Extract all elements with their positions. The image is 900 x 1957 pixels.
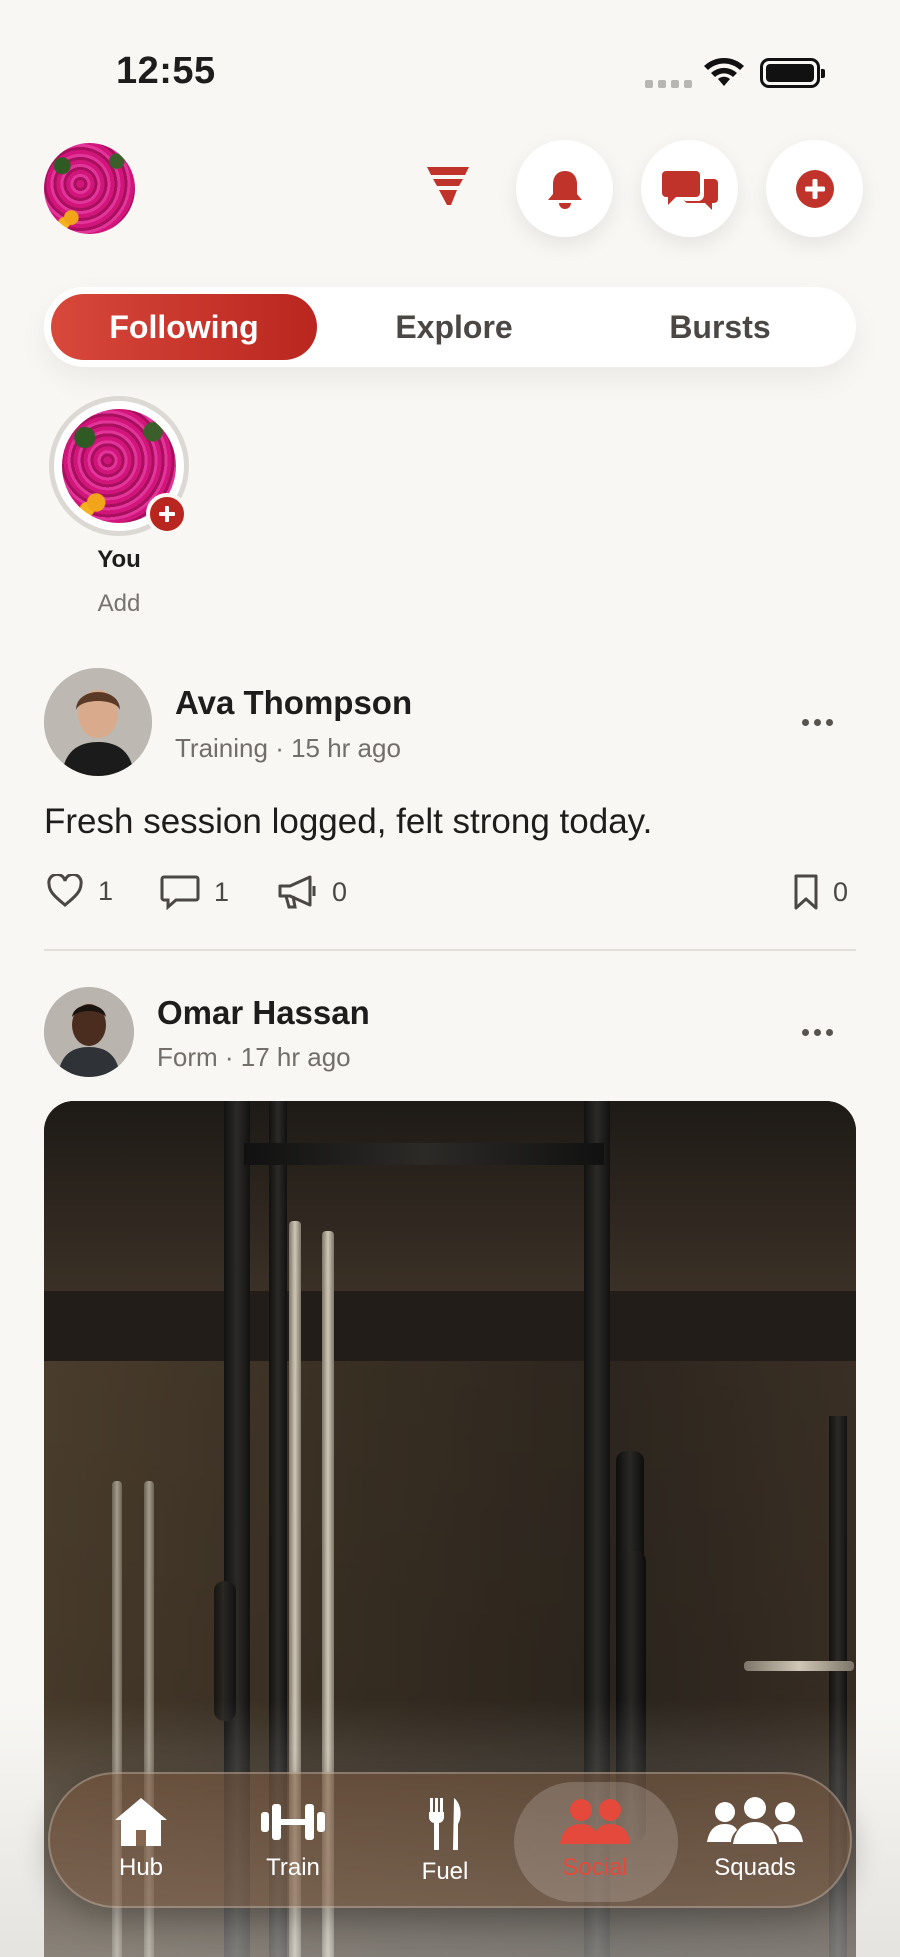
nav-squads[interactable]: Squads (680, 1796, 830, 1882)
group-icon (707, 1797, 803, 1844)
nav-social[interactable]: Social (520, 1796, 670, 1882)
more-options-button[interactable] (802, 719, 833, 726)
post-author[interactable]: Ava Thompson (175, 684, 412, 722)
comment-count: 1 (214, 876, 230, 907)
nav-label: Hub (118, 1854, 164, 1881)
home-icon (115, 1798, 167, 1846)
megaphone-icon (278, 875, 316, 909)
tab-bursts[interactable]: Bursts (590, 294, 850, 360)
avatar[interactable] (44, 668, 152, 776)
story-add-label: Add (97, 590, 141, 617)
comment-icon (160, 875, 200, 910)
nav-label: Fuel (421, 1858, 469, 1885)
post-meta: Form · 17 hr ago (157, 1042, 351, 1072)
story-name: You (97, 546, 141, 573)
plus-icon (159, 506, 175, 522)
cellular-signal-icon (645, 80, 692, 88)
comment-button[interactable]: 1 (160, 874, 229, 910)
like-button[interactable]: 1 (46, 874, 113, 908)
divider (44, 949, 856, 951)
like-count: 1 (98, 875, 114, 906)
wifi-icon (704, 58, 744, 86)
create-post-button[interactable] (766, 140, 863, 237)
brand-logo[interactable] (425, 163, 471, 207)
bookmark-icon (794, 874, 818, 910)
messages-button[interactable] (641, 140, 738, 237)
nav-hub[interactable]: Hub (66, 1796, 216, 1882)
status-time: 12:55 (116, 50, 216, 92)
plus-circle-icon (795, 169, 834, 208)
bell-icon (547, 170, 582, 209)
post-author[interactable]: Omar Hassan (157, 994, 370, 1032)
notifications-button[interactable] (516, 140, 613, 237)
avatar[interactable] (44, 987, 134, 1077)
nav-fuel[interactable]: Fuel (370, 1796, 520, 1886)
fork-knife-icon (429, 1798, 461, 1850)
nav-label: Train (266, 1854, 320, 1881)
nav-train[interactable]: Train (218, 1796, 368, 1882)
tab-following[interactable]: Following (51, 294, 317, 360)
person-photo (44, 668, 152, 776)
more-options-button[interactable] (802, 1029, 833, 1036)
dumbbell-icon (261, 1804, 325, 1840)
post-text: Fresh session logged, felt strong today. (44, 802, 653, 841)
add-story-button[interactable] (146, 493, 188, 535)
feed-tabs: Following Explore Bursts (44, 287, 856, 367)
bottom-navigation: Hub Train Fuel Social Squads (48, 1772, 852, 1908)
profile-avatar[interactable] (44, 143, 135, 234)
save-count: 0 (833, 876, 849, 907)
tab-explore[interactable]: Explore (324, 294, 584, 360)
people-icon (560, 1799, 630, 1844)
battery-icon (760, 58, 825, 88)
person-photo (44, 987, 134, 1077)
chat-bubbles-icon (661, 170, 718, 210)
nav-label: Social (562, 1854, 628, 1881)
post-meta: Training · 15 hr ago (175, 733, 401, 763)
nav-label: Squads (714, 1854, 796, 1881)
share-count: 0 (332, 876, 348, 907)
heart-icon (47, 874, 83, 907)
save-button[interactable]: 0 (793, 873, 848, 911)
share-button[interactable]: 0 (276, 874, 347, 910)
